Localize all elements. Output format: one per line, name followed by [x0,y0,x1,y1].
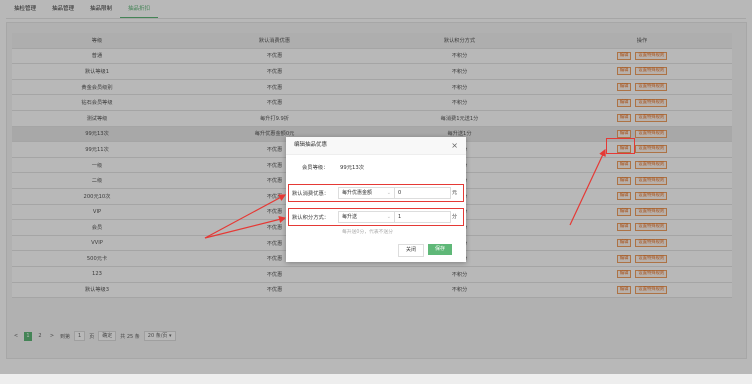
arrow-to-edit-button [569,148,606,226]
arrow-to-points-row [204,215,287,239]
arrow-to-discount-row [204,194,287,239]
annotation-arrows [204,148,606,239]
